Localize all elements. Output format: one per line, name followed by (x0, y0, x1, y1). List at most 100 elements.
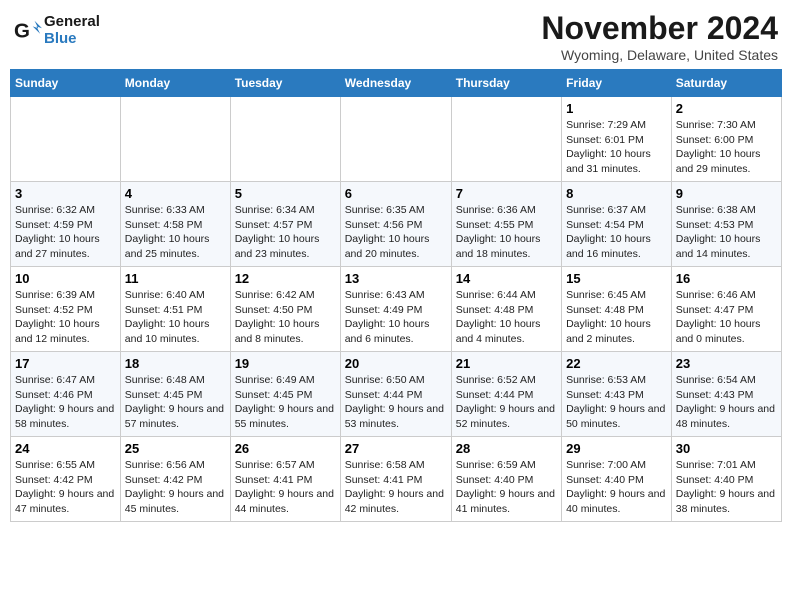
day-info: Sunrise: 6:53 AM Sunset: 4:43 PM Dayligh… (566, 373, 667, 432)
day-number: 10 (15, 271, 116, 286)
calendar-cell: 13 Sunrise: 6:43 AM Sunset: 4:49 PM Dayli… (340, 267, 451, 352)
header-row: SundayMondayTuesdayWednesdayThursdayFrid… (11, 70, 782, 97)
logo-text: General Blue (44, 14, 100, 47)
logo: G General Blue (14, 14, 100, 47)
calendar-cell: 6Sunrise: 6:35 AM Sunset: 4:56 PM Daylig… (340, 182, 451, 267)
calendar-cell (230, 97, 340, 182)
day-info: Sunrise: 6:45 AM Sunset: 4:48 PM Dayligh… (566, 288, 667, 347)
calendar-week-2: 10 Sunrise: 6:39 AM Sunset: 4:52 PM Dayli… (11, 267, 782, 352)
day-number: 4 (125, 186, 226, 201)
calendar-week-0: 1 Sunrise: 7:29 AM Sunset: 6:01 PM Daylig… (11, 97, 782, 182)
day-number: 28 (456, 441, 557, 456)
col-header-tuesday: Tuesday (230, 70, 340, 97)
day-number: 11 (125, 271, 226, 286)
header: G General Blue November 2024 Wyoming, De… (10, 10, 782, 63)
day-info: Sunrise: 6:32 AM Sunset: 4:59 PM Dayligh… (15, 203, 116, 262)
day-number: 18 (125, 356, 226, 371)
calendar-cell: 29Sunrise: 7:00 AM Sunset: 4:40 PM Dayli… (562, 437, 672, 522)
day-info: Sunrise: 6:40 AM Sunset: 4:51 PM Dayligh… (125, 288, 226, 347)
day-info: Sunrise: 6:57 AM Sunset: 4:41 PM Dayligh… (235, 458, 336, 517)
calendar-cell: 18Sunrise: 6:48 AM Sunset: 4:45 PM Dayli… (120, 352, 230, 437)
day-info: Sunrise: 6:44 AM Sunset: 4:48 PM Dayligh… (456, 288, 557, 347)
calendar-cell: 10 Sunrise: 6:39 AM Sunset: 4:52 PM Dayli… (11, 267, 121, 352)
day-info: Sunrise: 6:59 AM Sunset: 4:40 PM Dayligh… (456, 458, 557, 517)
day-number: 26 (235, 441, 336, 456)
calendar-cell: 27 Sunrise: 6:58 AM Sunset: 4:41 PM Dayli… (340, 437, 451, 522)
day-info: Sunrise: 6:49 AM Sunset: 4:45 PM Dayligh… (235, 373, 336, 432)
calendar-cell: 8 Sunrise: 6:37 AM Sunset: 4:54 PM Daylig… (562, 182, 672, 267)
day-info: Sunrise: 6:36 AM Sunset: 4:55 PM Dayligh… (456, 203, 557, 262)
calendar-cell: 2Sunrise: 7:30 AM Sunset: 6:00 PM Daylig… (671, 97, 781, 182)
col-header-friday: Friday (562, 70, 672, 97)
calendar-cell: 9Sunrise: 6:38 AM Sunset: 4:53 PM Daylig… (671, 182, 781, 267)
calendar-cell (340, 97, 451, 182)
day-number: 7 (456, 186, 557, 201)
calendar-cell: 5Sunrise: 6:34 AM Sunset: 4:57 PM Daylig… (230, 182, 340, 267)
calendar-cell: 7 Sunrise: 6:36 AM Sunset: 4:55 PM Daylig… (451, 182, 561, 267)
calendar-cell: 28 Sunrise: 6:59 AM Sunset: 4:40 PM Dayli… (451, 437, 561, 522)
calendar-cell: 20Sunrise: 6:50 AM Sunset: 4:44 PM Dayli… (340, 352, 451, 437)
day-info: Sunrise: 7:01 AM Sunset: 4:40 PM Dayligh… (676, 458, 777, 517)
calendar-cell: 11 Sunrise: 6:40 AM Sunset: 4:51 PM Dayli… (120, 267, 230, 352)
day-info: Sunrise: 6:39 AM Sunset: 4:52 PM Dayligh… (15, 288, 116, 347)
calendar-cell: 3 Sunrise: 6:32 AM Sunset: 4:59 PM Daylig… (11, 182, 121, 267)
day-info: Sunrise: 6:37 AM Sunset: 4:54 PM Dayligh… (566, 203, 667, 262)
day-info: Sunrise: 6:55 AM Sunset: 4:42 PM Dayligh… (15, 458, 116, 517)
day-info: Sunrise: 6:56 AM Sunset: 4:42 PM Dayligh… (125, 458, 226, 517)
calendar-week-3: 17Sunrise: 6:47 AM Sunset: 4:46 PM Dayli… (11, 352, 782, 437)
calendar-cell: 19 Sunrise: 6:49 AM Sunset: 4:45 PM Dayli… (230, 352, 340, 437)
day-info: Sunrise: 6:42 AM Sunset: 4:50 PM Dayligh… (235, 288, 336, 347)
location: Wyoming, Delaware, United States (541, 47, 778, 63)
calendar-cell: 16 Sunrise: 6:46 AM Sunset: 4:47 PM Dayli… (671, 267, 781, 352)
day-info: Sunrise: 6:33 AM Sunset: 4:58 PM Dayligh… (125, 203, 226, 262)
col-header-sunday: Sunday (11, 70, 121, 97)
day-number: 22 (566, 356, 667, 371)
day-number: 16 (676, 271, 777, 286)
day-info: Sunrise: 7:29 AM Sunset: 6:01 PM Dayligh… (566, 118, 667, 177)
day-number: 23 (676, 356, 777, 371)
col-header-wednesday: Wednesday (340, 70, 451, 97)
day-number: 19 (235, 356, 336, 371)
calendar-cell (120, 97, 230, 182)
day-info: Sunrise: 6:38 AM Sunset: 4:53 PM Dayligh… (676, 203, 777, 262)
calendar-body: 1 Sunrise: 7:29 AM Sunset: 6:01 PM Daylig… (11, 97, 782, 522)
day-number: 27 (345, 441, 447, 456)
calendar-cell: 23 Sunrise: 6:54 AM Sunset: 4:43 PM Dayli… (671, 352, 781, 437)
calendar-table: SundayMondayTuesdayWednesdayThursdayFrid… (10, 69, 782, 522)
day-number: 8 (566, 186, 667, 201)
calendar-cell: 30 Sunrise: 7:01 AM Sunset: 4:40 PM Dayli… (671, 437, 781, 522)
calendar-header: SundayMondayTuesdayWednesdayThursdayFrid… (11, 70, 782, 97)
day-number: 3 (15, 186, 116, 201)
col-header-monday: Monday (120, 70, 230, 97)
day-number: 14 (456, 271, 557, 286)
col-header-thursday: Thursday (451, 70, 561, 97)
title-area: November 2024 Wyoming, Delaware, United … (541, 10, 778, 63)
day-info: Sunrise: 7:00 AM Sunset: 4:40 PM Dayligh… (566, 458, 667, 517)
calendar-cell (11, 97, 121, 182)
day-info: Sunrise: 6:43 AM Sunset: 4:49 PM Dayligh… (345, 288, 447, 347)
calendar-week-4: 24Sunrise: 6:55 AM Sunset: 4:42 PM Dayli… (11, 437, 782, 522)
calendar-cell (451, 97, 561, 182)
calendar-cell: 15Sunrise: 6:45 AM Sunset: 4:48 PM Dayli… (562, 267, 672, 352)
day-number: 1 (566, 101, 667, 116)
day-number: 13 (345, 271, 447, 286)
day-number: 30 (676, 441, 777, 456)
day-number: 25 (125, 441, 226, 456)
day-info: Sunrise: 6:50 AM Sunset: 4:44 PM Dayligh… (345, 373, 447, 432)
calendar-cell: 17Sunrise: 6:47 AM Sunset: 4:46 PM Dayli… (11, 352, 121, 437)
day-info: Sunrise: 6:52 AM Sunset: 4:44 PM Dayligh… (456, 373, 557, 432)
day-number: 2 (676, 101, 777, 116)
day-info: Sunrise: 6:54 AM Sunset: 4:43 PM Dayligh… (676, 373, 777, 432)
calendar-cell: 12 Sunrise: 6:42 AM Sunset: 4:50 PM Dayli… (230, 267, 340, 352)
day-number: 12 (235, 271, 336, 286)
calendar-cell: 25 Sunrise: 6:56 AM Sunset: 4:42 PM Dayli… (120, 437, 230, 522)
day-info: Sunrise: 6:46 AM Sunset: 4:47 PM Dayligh… (676, 288, 777, 347)
calendar-cell: 22 Sunrise: 6:53 AM Sunset: 4:43 PM Dayli… (562, 352, 672, 437)
calendar-cell: 14 Sunrise: 6:44 AM Sunset: 4:48 PM Dayli… (451, 267, 561, 352)
day-number: 6 (345, 186, 447, 201)
calendar-cell: 1 Sunrise: 7:29 AM Sunset: 6:01 PM Daylig… (562, 97, 672, 182)
day-info: Sunrise: 6:58 AM Sunset: 4:41 PM Dayligh… (345, 458, 447, 517)
day-info: Sunrise: 6:47 AM Sunset: 4:46 PM Dayligh… (15, 373, 116, 432)
svg-text:G: G (14, 19, 30, 42)
calendar-cell: 26 Sunrise: 6:57 AM Sunset: 4:41 PM Dayli… (230, 437, 340, 522)
